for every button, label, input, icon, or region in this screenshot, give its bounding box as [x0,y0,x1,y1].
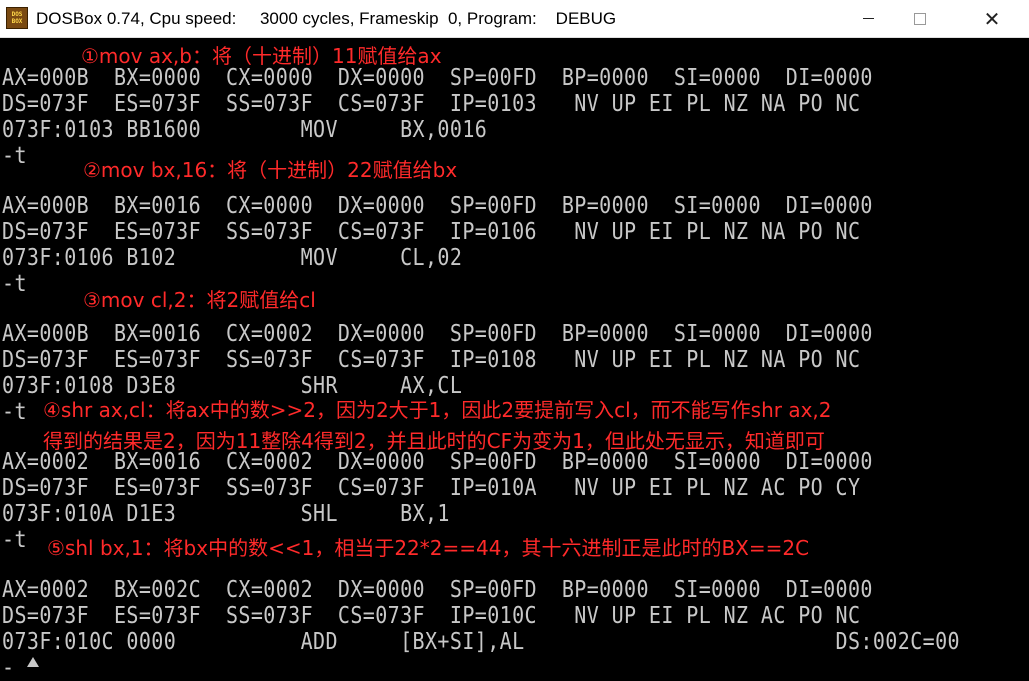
console-prompt: -t [2,269,27,297]
console-line: 073F:0103 BB1600 MOV BX,0016 [2,115,488,143]
console-prompt: -t [2,141,27,169]
annotation-2: ②mov bx,16：将（十进制）22赋值给bx [83,158,458,182]
close-icon: ✕ [983,6,1001,31]
minimize-icon [862,18,874,19]
console-line: 073F:010A D1E3 SHL BX,1 [2,499,450,527]
console-line: DS=073F ES=073F SS=073F CS=073F IP=0108 … [2,345,861,373]
console-prompt: -t [2,525,27,553]
console-line: AX=000B BX=0016 CX=0000 DX=0000 SP=00FD … [2,191,873,219]
annotation-5: ⑤shl bx,1：将bx中的数<<1，相当于22*2==44，其十六进制正是此… [47,536,810,560]
minimize-button[interactable] [845,0,891,37]
maximize-icon [914,12,926,25]
console-line: DS=073F ES=073F SS=073F CS=073F IP=010C … [2,601,861,629]
close-button[interactable]: ✕ [969,0,1015,37]
app-icon-text-bottom: BOX [11,18,23,25]
console-line: 073F:010C 0000 ADD [BX+SI],AL DS:002C=00 [2,627,960,655]
console-line: AX=0002 BX=002C CX=0002 DX=0000 SP=00FD … [2,575,873,603]
maximize-button[interactable] [897,0,943,37]
annotation-4: ④shr ax,cl：将ax中的数>>2，因为2大于1，因此2要提前写入cl，而… [43,398,832,422]
title-bar[interactable]: DOS BOX DOSBox 0.74, Cpu speed: 3000 cyc… [0,0,1029,38]
console-line: DS=073F ES=073F SS=073F CS=073F IP=010A … [2,473,861,501]
console-line: DS=073F ES=073F SS=073F CS=073F IP=0103 … [2,89,861,117]
app-icon-text-top: DOS [11,11,23,18]
console-prompt: - [2,653,15,681]
annotation-3: ③mov cl,2：将2赋值给cl [83,288,316,312]
console-prompt: -t [2,397,27,425]
annotation-4-continued: 得到的结果是2，因为11整除4得到2，并且此时的CF为变为1，但此处无显示，知道… [43,429,825,453]
dos-console[interactable]: AX=000B BX=0000 CX=0000 DX=0000 SP=00FD … [0,38,1029,681]
console-line: 073F:0106 B102 MOV CL,02 [2,243,463,271]
dosbox-app-icon: DOS BOX [6,7,28,29]
window-title: DOSBox 0.74, Cpu speed: 3000 cycles, Fra… [36,9,617,28]
annotation-1: ①mov ax,b：将（十进制）11赋值给ax [81,44,442,68]
console-line: DS=073F ES=073F SS=073F CS=073F IP=0106 … [2,217,861,245]
console-line: AX=000B BX=0016 CX=0002 DX=0000 SP=00FD … [2,319,873,347]
cursor-icon [27,657,39,667]
